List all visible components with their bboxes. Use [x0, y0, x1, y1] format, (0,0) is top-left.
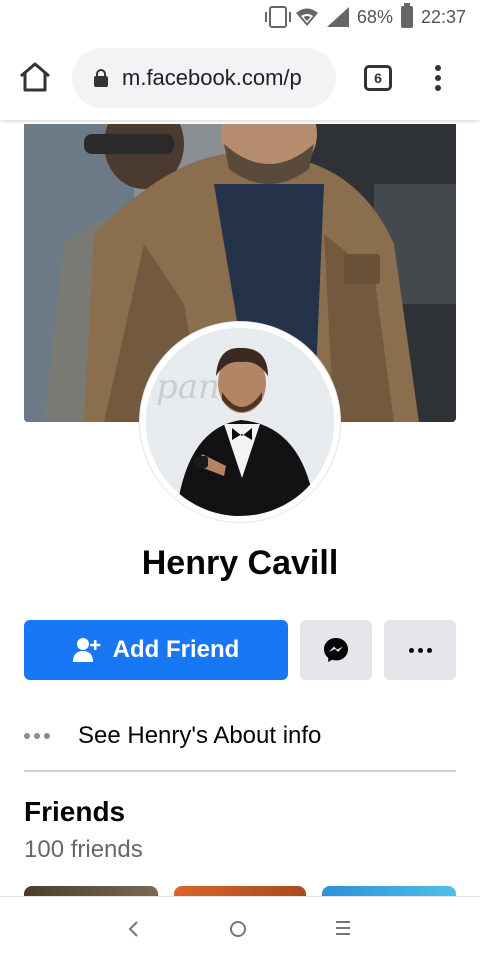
system-navigation-bar	[0, 896, 480, 960]
signal-icon	[326, 7, 349, 27]
more-dots-icon	[24, 733, 50, 739]
clock: 22:37	[420, 6, 466, 27]
friends-heading[interactable]: Friends	[24, 796, 125, 828]
vibrate-icon	[264, 6, 291, 28]
profile-picture[interactable]: pano	[140, 322, 340, 522]
message-button[interactable]	[300, 620, 372, 680]
address-bar[interactable]: m.facebook.com/p	[72, 48, 336, 108]
url-text: m.facebook.com/p	[122, 65, 302, 90]
more-icon	[408, 647, 432, 653]
friends-count: 100 friends	[24, 836, 143, 863]
profile-name: Henry Cavill	[141, 544, 339, 582]
add-friend-button[interactable]: Add Friend	[24, 620, 288, 680]
section-divider	[24, 770, 456, 772]
overflow-menu-icon[interactable]	[428, 62, 448, 94]
lock-icon	[94, 69, 108, 87]
about-info-label: See Henry's About info	[78, 722, 322, 749]
messenger-icon	[324, 638, 348, 662]
home-icon[interactable]	[18, 62, 52, 92]
battery-percent: 68%	[356, 6, 393, 27]
tab-switcher-button[interactable]: 6	[364, 65, 392, 91]
add-friend-label: Add Friend	[112, 636, 240, 663]
home-nav-icon[interactable]	[230, 921, 246, 937]
recent-apps-icon[interactable]	[336, 921, 350, 935]
more-options-button[interactable]	[384, 620, 456, 680]
status-bar: 68% 22:37	[0, 0, 480, 36]
battery-charging-icon	[400, 3, 413, 28]
back-icon[interactable]	[124, 919, 144, 939]
wifi-icon	[295, 8, 318, 26]
browser-toolbar: m.facebook.com/p 6	[0, 36, 480, 120]
add-friend-icon	[72, 638, 100, 662]
about-info-link[interactable]: See Henry's About info	[24, 706, 456, 766]
